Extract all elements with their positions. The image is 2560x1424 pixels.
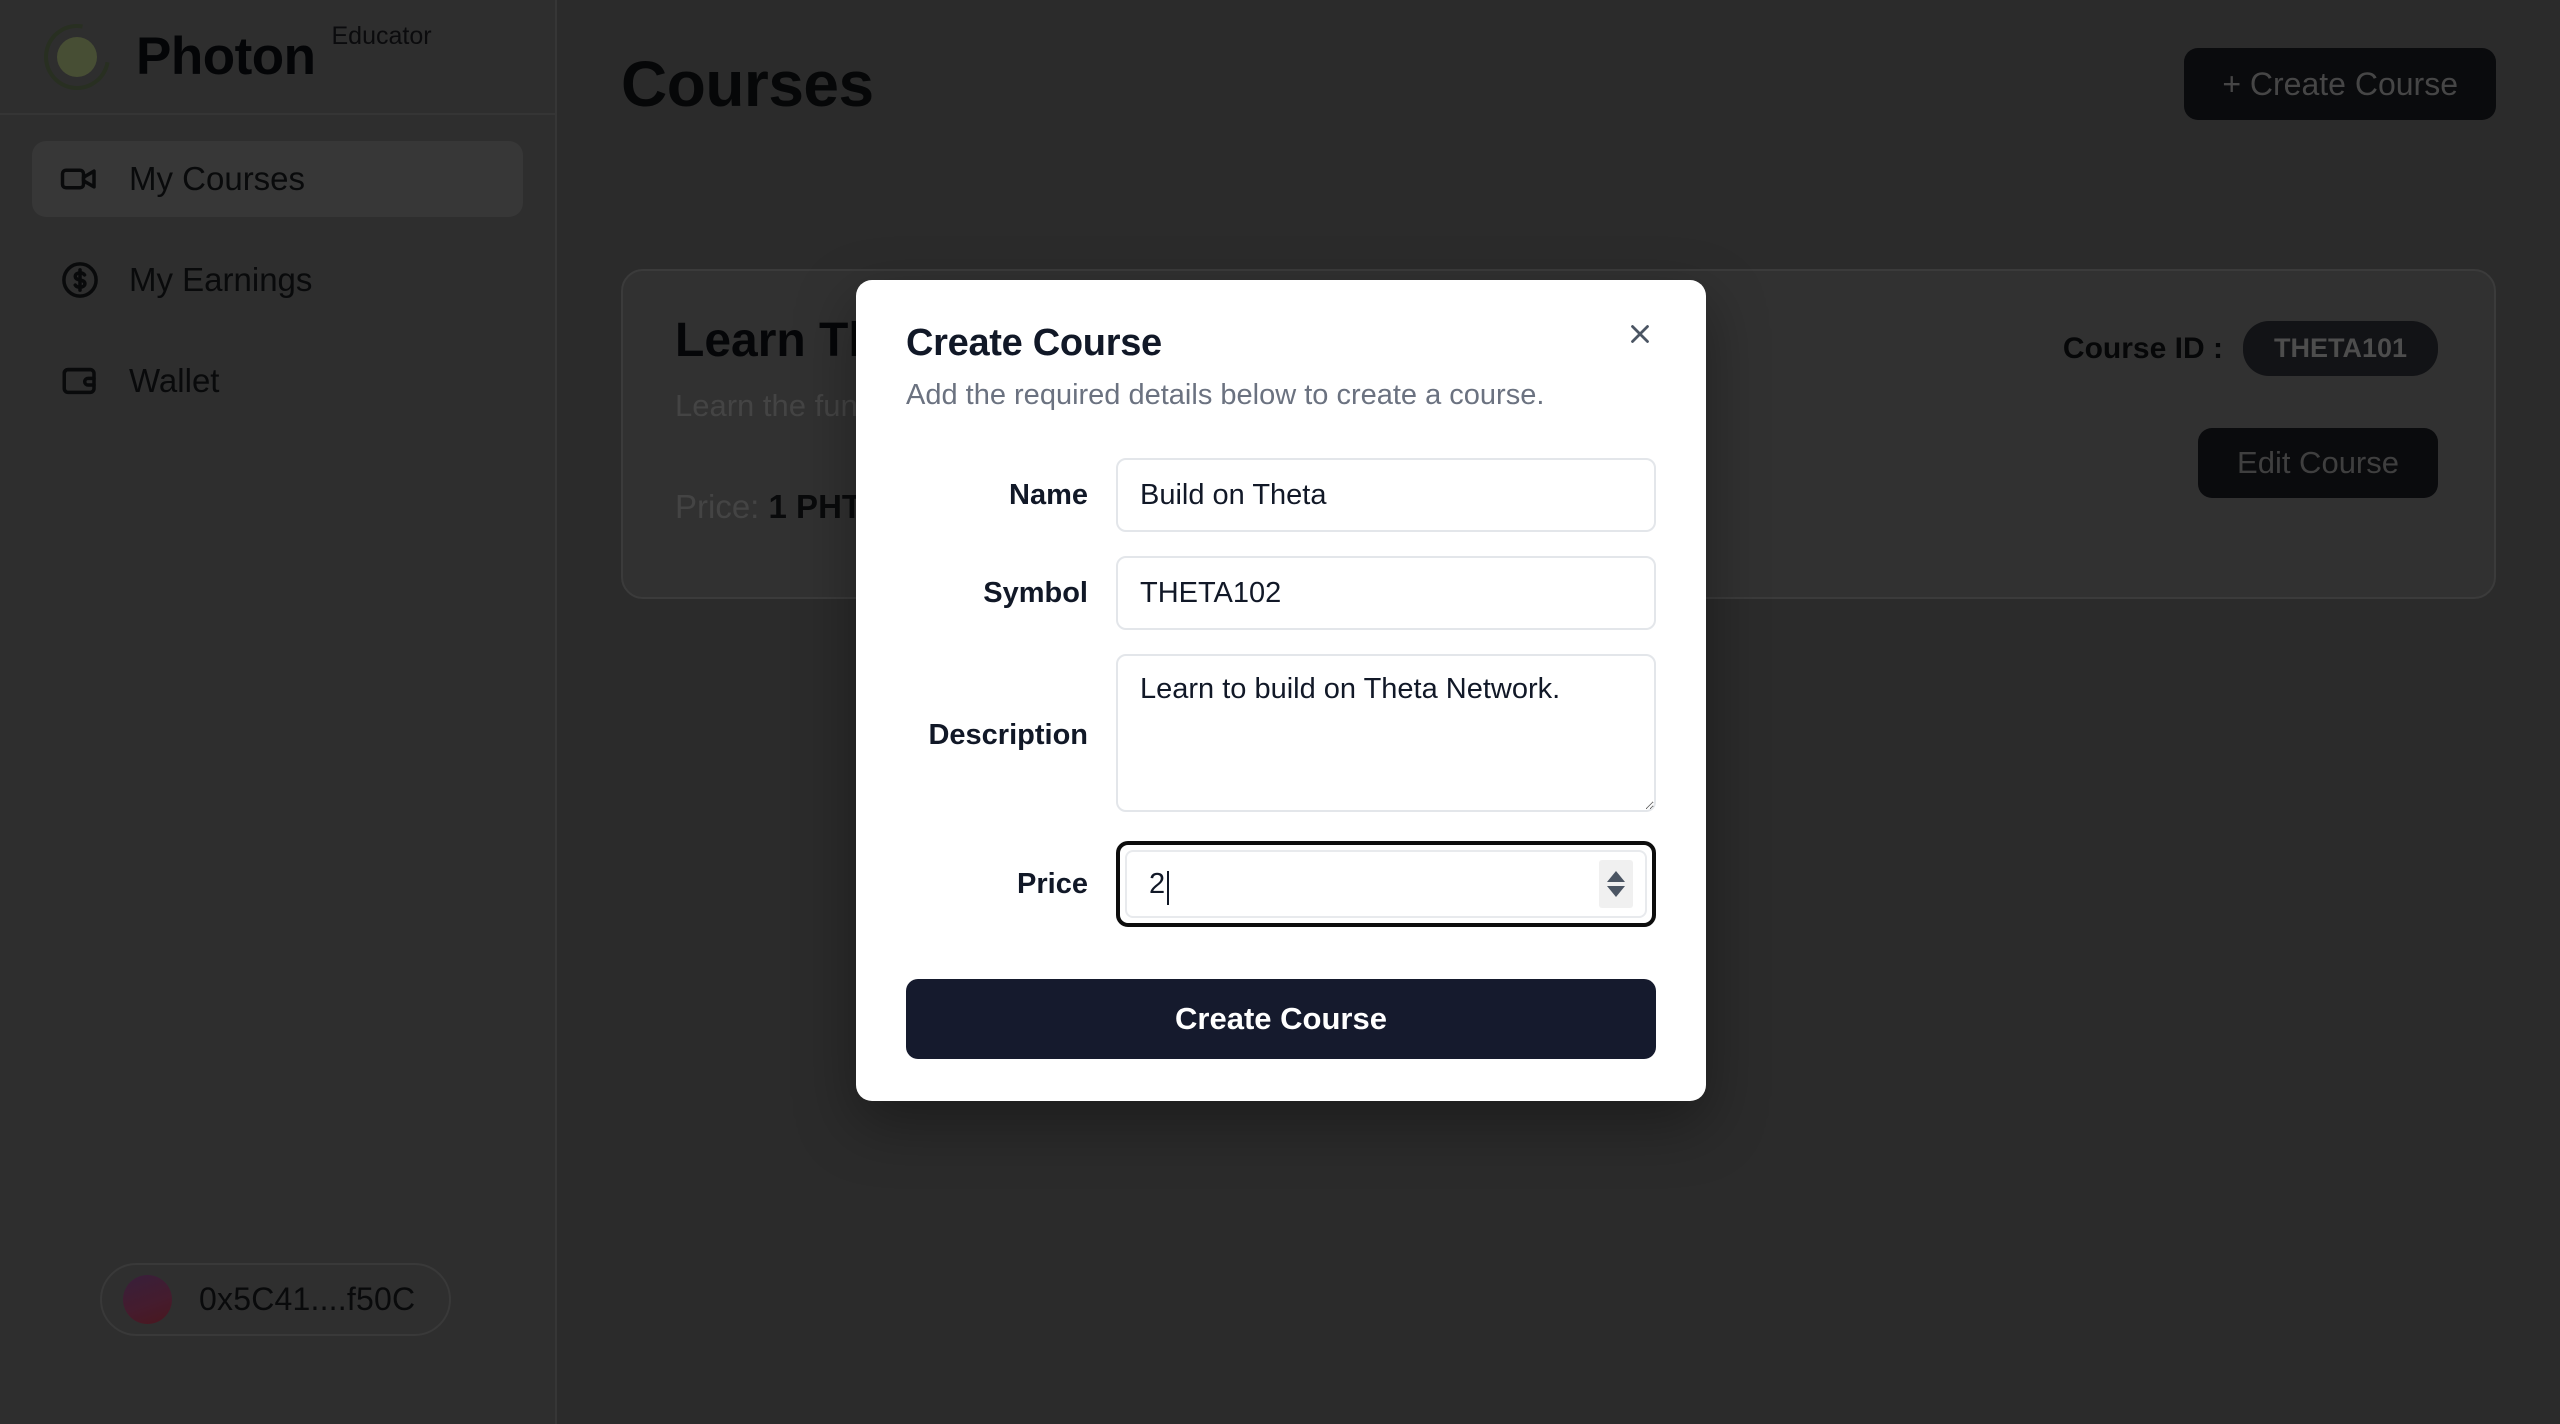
field-description: Description (906, 654, 1656, 817)
symbol-input[interactable] (1116, 556, 1656, 630)
price-input[interactable]: 2 (1125, 850, 1647, 918)
field-price: Price 2 (906, 841, 1656, 927)
submit-create-course-button[interactable]: Create Course (906, 979, 1656, 1059)
price-label: Price (1017, 867, 1088, 900)
field-name: Name (906, 458, 1656, 532)
price-input-focus-ring: 2 (1116, 841, 1656, 927)
price-value: 2 (1149, 867, 1166, 900)
close-icon[interactable] (1618, 312, 1662, 356)
chevron-up-icon[interactable] (1607, 871, 1625, 882)
name-input[interactable] (1116, 458, 1656, 532)
app-root: Photon Educator My Courses My Earnings W… (0, 0, 2560, 1424)
description-textarea[interactable] (1116, 654, 1656, 812)
symbol-label: Symbol (983, 576, 1088, 609)
create-course-modal: Create Course Add the required details b… (856, 280, 1706, 1101)
field-symbol: Symbol (906, 556, 1656, 630)
description-label: Description (928, 719, 1088, 751)
quantity-stepper[interactable] (1599, 860, 1633, 908)
create-course-form: Name Symbol Description Price (906, 458, 1656, 1059)
text-cursor (1167, 871, 1170, 905)
modal-subtitle: Add the required details below to create… (906, 379, 1545, 411)
name-label: Name (1009, 478, 1088, 511)
chevron-down-icon[interactable] (1607, 886, 1625, 897)
modal-title: Create Course (906, 322, 1162, 364)
